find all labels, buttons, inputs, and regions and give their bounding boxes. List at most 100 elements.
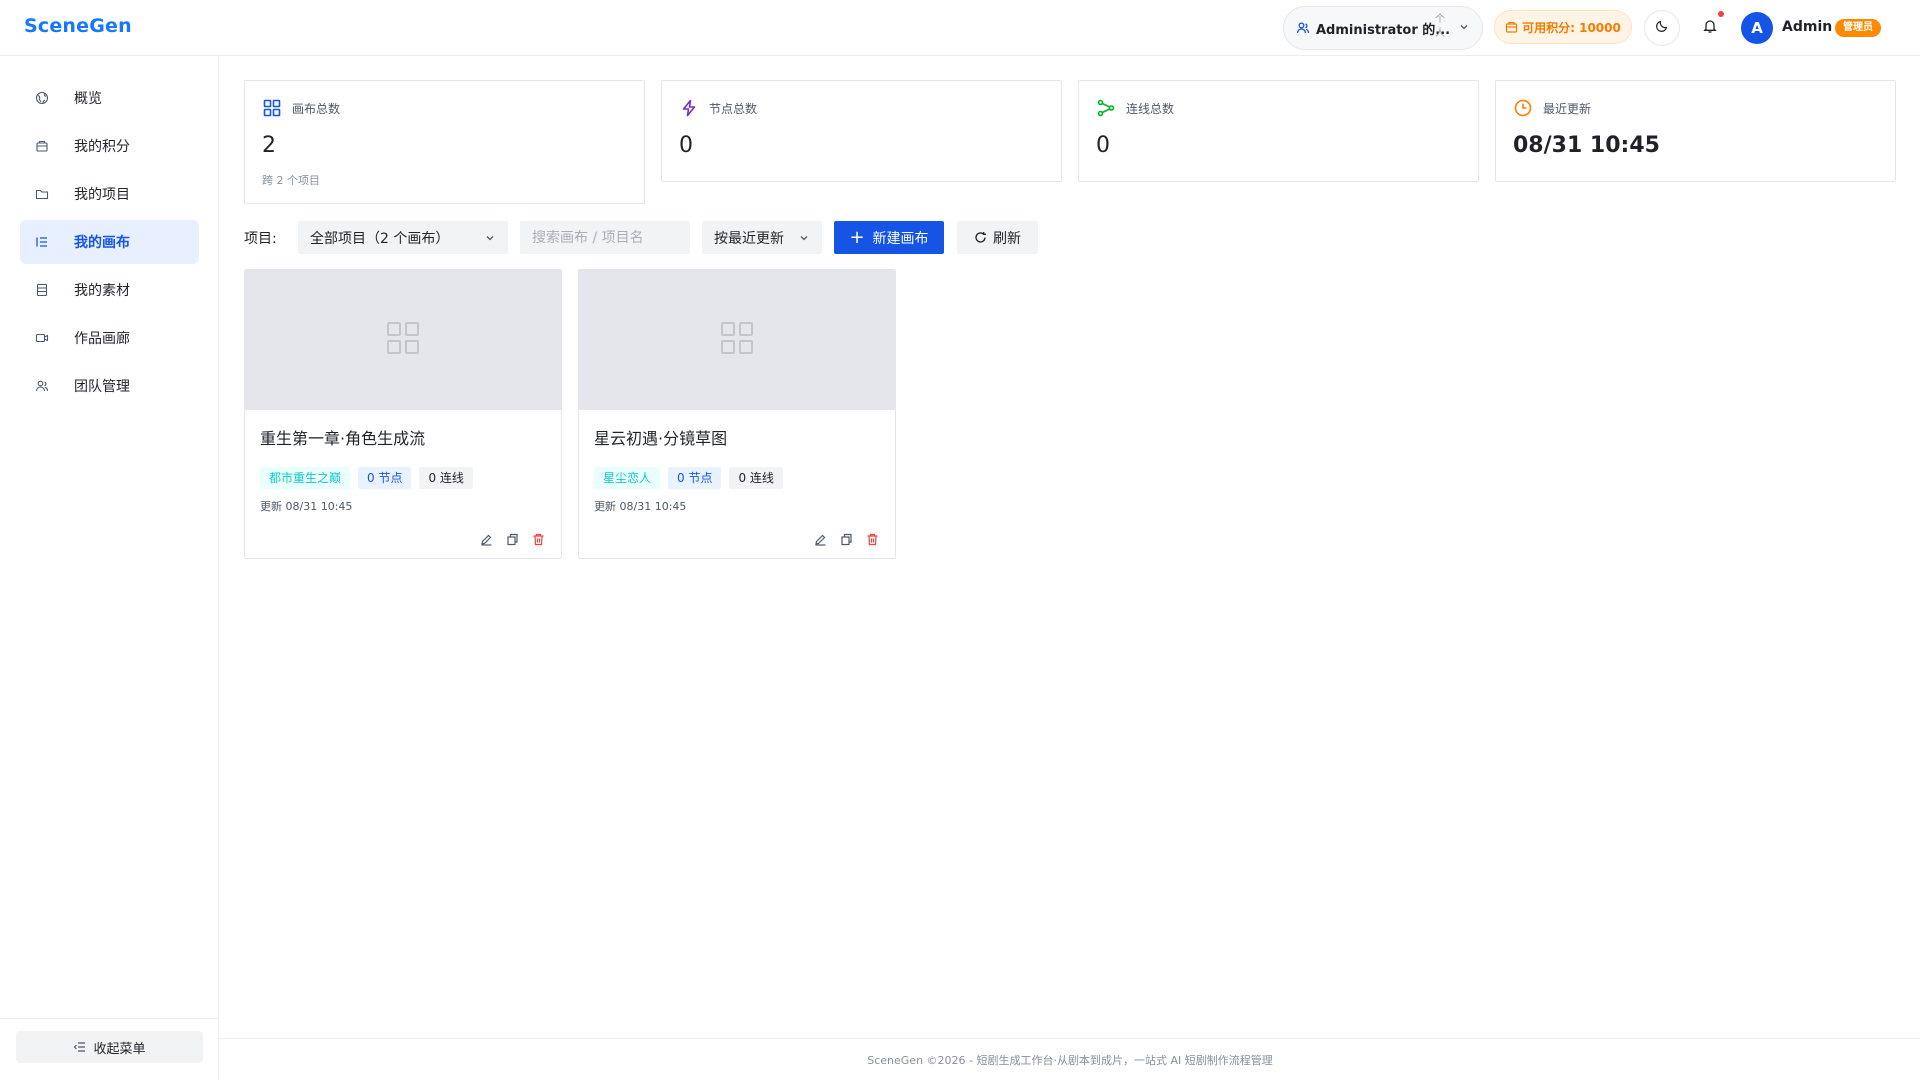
team-switcher[interactable]: Administrator 的... 个人 <box>1283 6 1483 50</box>
new-canvas-label: 新建画布 <box>872 230 929 247</box>
stat-value: 0 <box>1096 133 1110 158</box>
sidebar-item-canvases[interactable]: 我的画布 <box>20 220 199 264</box>
refresh-icon <box>974 231 987 244</box>
grid-placeholder-icon <box>386 321 420 359</box>
points-label: 可用积分: 10000 <box>1522 20 1621 35</box>
canvas-actions <box>467 532 545 546</box>
coin-icon <box>1505 21 1518 34</box>
sidebar-nav: 概览 我的积分 我的项目 我的画布 我的素材 作品画廊 团队管理 <box>20 76 199 412</box>
canvas-actions <box>801 532 879 546</box>
plus-icon: + <box>849 226 865 248</box>
sidebar-item-team[interactable]: 团队管理 <box>20 364 199 408</box>
search-input[interactable] <box>520 221 690 254</box>
connection-icon <box>1096 98 1116 118</box>
list-icon <box>34 234 50 250</box>
sidebar-item-overview[interactable]: 概览 <box>20 76 199 120</box>
stat-sub: 跨 2 个项目 <box>262 174 320 187</box>
stat-value: 0 <box>679 133 693 158</box>
points-badge[interactable]: 可用积分: 10000 <box>1494 10 1632 44</box>
refresh-label: 刷新 <box>993 230 1021 247</box>
avatar[interactable]: A <box>1741 12 1773 44</box>
stat-value: 2 <box>262 133 276 158</box>
moon-icon <box>1655 19 1669 37</box>
stat-card-updated: 最近更新 08/31 10:45 <box>1495 80 1896 182</box>
theme-toggle-button[interactable] <box>1644 10 1680 46</box>
collapse-label: 收起菜单 <box>93 1041 146 1057</box>
edit-icon[interactable] <box>813 532 827 546</box>
canvas-thumbnail[interactable] <box>579 270 895 410</box>
footer-text: SceneGen ©2026 - 短剧生成工作台·从剧本到成片，一站式 AI 短… <box>867 1054 1273 1067</box>
refresh-button[interactable]: 刷新 <box>957 221 1038 254</box>
sidebar-item-points[interactable]: 我的积分 <box>20 124 199 168</box>
stat-label: 最近更新 <box>1543 101 1592 116</box>
node-count-tag: 0 节点 <box>358 467 412 489</box>
link-count-tag: 0 连线 <box>729 467 783 489</box>
stat-label: 连线总数 <box>1126 101 1175 116</box>
chevron-down-icon <box>798 232 810 244</box>
app-logo[interactable]: SceneGen <box>24 15 132 37</box>
delete-icon[interactable] <box>531 532 545 546</box>
link-count-tag: 0 连线 <box>419 467 473 489</box>
document-icon <box>34 282 50 298</box>
grid-icon <box>262 98 282 118</box>
video-icon <box>34 330 50 346</box>
stat-label: 节点总数 <box>709 101 758 116</box>
project-filter-label: 项目: <box>244 231 277 247</box>
folder-icon <box>34 186 50 202</box>
collapse-icon <box>73 1040 87 1054</box>
project-select-value: 全部项目（2 个画布） <box>310 230 450 247</box>
sort-select-value: 按最近更新 <box>714 230 784 247</box>
sidebar-item-label: 作品画廊 <box>74 331 130 347</box>
stat-card-links: 连线总数 0 <box>1078 80 1479 182</box>
project-tag: 都市重生之巅 <box>260 467 351 489</box>
sidebar: 概览 我的积分 我的项目 我的画布 我的素材 作品画廊 团队管理 收起菜单 <box>0 56 219 1080</box>
team-type: 个人 <box>1435 14 1445 39</box>
canvas-tags: 都市重生之巅 0 节点 0 连线 <box>260 467 481 489</box>
sidebar-item-label: 我的素材 <box>74 283 130 299</box>
canvas-updated: 更新 08/31 10:45 <box>260 500 353 513</box>
sidebar-item-label: 我的积分 <box>74 139 130 155</box>
wallet-icon <box>34 138 50 154</box>
canvas-title[interactable]: 星云初遇·分镜草图 <box>594 425 727 449</box>
globe-icon <box>34 90 50 106</box>
sidebar-item-label: 我的项目 <box>74 187 130 203</box>
clock-icon <box>1513 98 1533 118</box>
bell-icon <box>1702 18 1718 38</box>
canvas-card[interactable]: 重生第一章·角色生成流 都市重生之巅 0 节点 0 连线 更新 08/31 10… <box>244 269 562 559</box>
canvas-updated: 更新 08/31 10:45 <box>594 500 687 513</box>
sidebar-item-projects[interactable]: 我的项目 <box>20 172 199 216</box>
canvas-card[interactable]: 星云初遇·分镜草图 星尘恋人 0 节点 0 连线 更新 08/31 10:45 <box>578 269 896 559</box>
role-badge: 管理员 <box>1835 19 1881 37</box>
sidebar-item-assets[interactable]: 我的素材 <box>20 268 199 312</box>
canvas-thumbnail[interactable] <box>245 270 561 410</box>
delete-icon[interactable] <box>865 532 879 546</box>
sidebar-item-label: 概览 <box>74 91 102 107</box>
sidebar-divider <box>0 1018 219 1019</box>
sort-select[interactable]: 按最近更新 <box>702 221 822 254</box>
copy-icon[interactable] <box>505 532 519 546</box>
stat-label: 画布总数 <box>292 101 341 116</box>
canvas-tags: 星尘恋人 0 节点 0 连线 <box>594 467 791 489</box>
chevron-down-icon <box>1458 21 1470 33</box>
sidebar-item-label: 我的画布 <box>74 235 130 251</box>
lightning-icon <box>679 98 699 118</box>
canvas-title[interactable]: 重生第一章·角色生成流 <box>260 425 425 449</box>
chevron-down-icon <box>484 232 496 244</box>
collapse-menu-button[interactable]: 收起菜单 <box>16 1031 203 1063</box>
edit-icon[interactable] <box>479 532 493 546</box>
sidebar-item-gallery[interactable]: 作品画廊 <box>20 316 199 360</box>
user-name[interactable]: Admin <box>1782 19 1832 35</box>
copy-icon[interactable] <box>839 532 853 546</box>
grid-placeholder-icon <box>720 321 754 359</box>
stat-card-nodes: 节点总数 0 <box>661 80 1062 182</box>
new-canvas-button[interactable]: + 新建画布 <box>834 221 944 254</box>
footer-divider <box>220 1038 1920 1039</box>
project-tag: 星尘恋人 <box>594 467 661 489</box>
stat-value: 08/31 10:45 <box>1513 133 1660 158</box>
team-user-icon <box>1296 21 1310 35</box>
node-count-tag: 0 节点 <box>668 467 722 489</box>
team-name: Administrator 的... <box>1316 22 1451 38</box>
stat-card-canvases: 画布总数 2 跨 2 个项目 <box>244 80 645 204</box>
notification-dot <box>1718 11 1724 17</box>
project-select[interactable]: 全部项目（2 个画布） <box>298 221 508 254</box>
